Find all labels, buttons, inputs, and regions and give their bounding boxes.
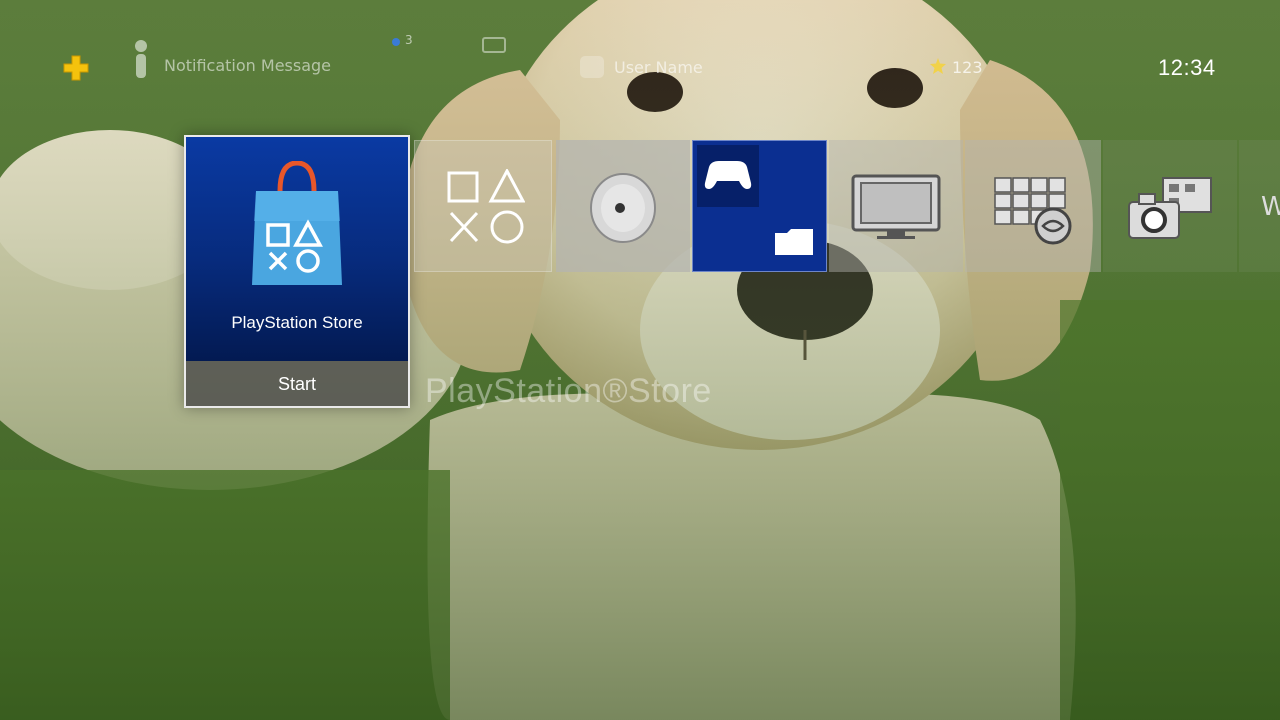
notification-icon — [135, 40, 147, 78]
start-button[interactable]: Start — [186, 361, 408, 406]
friends-online-dot — [392, 38, 400, 46]
tile-tv-video[interactable] — [829, 140, 963, 272]
friends-count: 3 — [405, 33, 413, 47]
www-icon: W — [1261, 192, 1280, 222]
camera-icon — [1128, 177, 1212, 239]
trophy-icon — [930, 58, 946, 74]
shopping-bag-icon — [252, 161, 342, 285]
selected-item-title: PlayStation®Store — [425, 372, 712, 410]
user-name[interactable]: User Name — [614, 58, 703, 77]
trophy-count: 123 — [952, 58, 983, 77]
notification-message[interactable]: Notification Message — [164, 56, 331, 75]
clock: 12:34 — [1158, 55, 1216, 80]
controller-icon — [704, 161, 752, 189]
folder-icon — [775, 229, 813, 255]
tile-library[interactable] — [692, 140, 827, 272]
store-tile-label: PlayStation Store — [231, 313, 363, 332]
disc-icon — [590, 173, 656, 243]
store-tile-artwork: PlayStation Store — [186, 137, 408, 361]
tile-disc[interactable] — [556, 140, 690, 272]
status-bar: Notification Message 3 User Name 123 12:… — [0, 0, 1280, 130]
tile-playstation-store[interactable]: PlayStation Store Start — [184, 135, 410, 408]
tile-applications[interactable] — [965, 140, 1101, 272]
playstation-plus-icon — [63, 55, 89, 81]
ps-shapes-icon — [447, 169, 525, 244]
tile-capture-gallery[interactable] — [1103, 140, 1237, 272]
tile-web-browser[interactable]: W — [1239, 140, 1280, 272]
tv-icon — [851, 174, 941, 239]
apps-grid-icon — [994, 177, 1072, 245]
tile-playstation-symbols[interactable] — [414, 140, 552, 272]
library-controller-panel — [697, 145, 759, 207]
user-avatar[interactable] — [580, 56, 604, 78]
messages-icon — [482, 37, 506, 53]
